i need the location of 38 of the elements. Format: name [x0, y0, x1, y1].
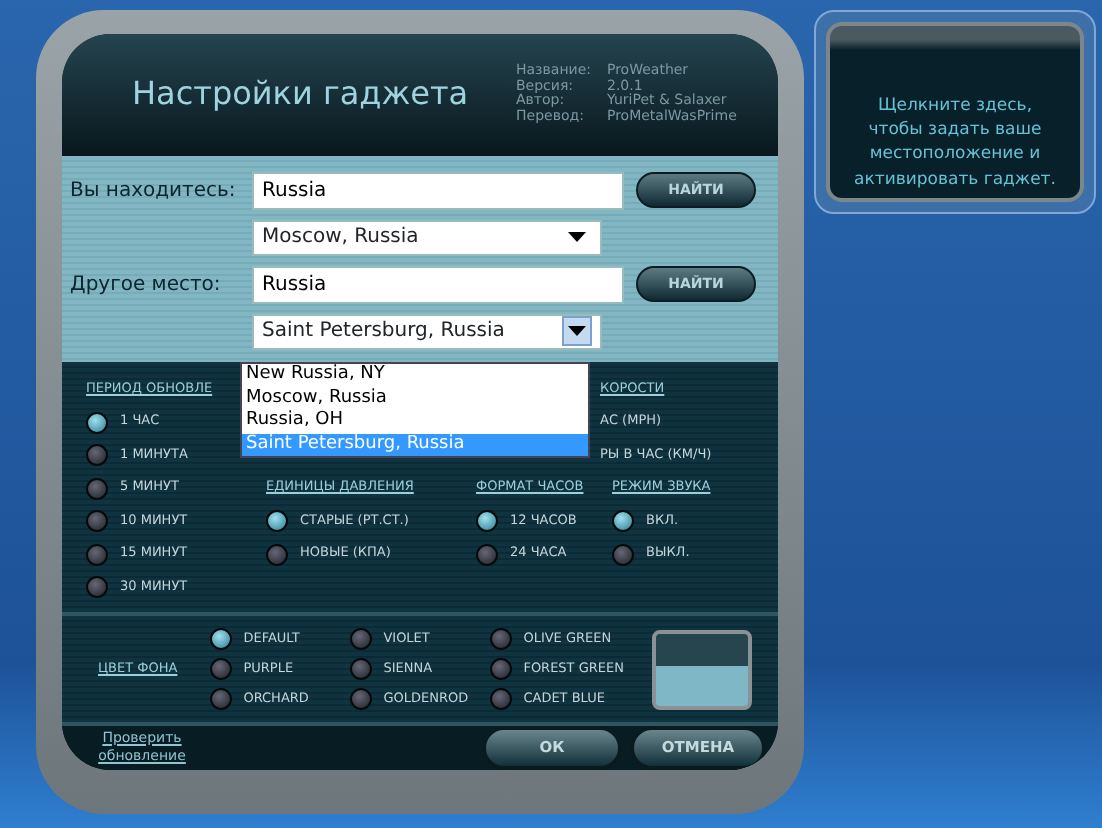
dropdown-arrow-icon[interactable]	[568, 232, 586, 242]
radio-button[interactable]	[86, 543, 108, 566]
radio-button[interactable]	[489, 658, 512, 680]
radio-button[interactable]	[349, 688, 372, 710]
field-label: Другое место:	[70, 271, 223, 299]
radio-button[interactable]	[489, 628, 512, 650]
location-field[interactable]: Russia	[252, 171, 624, 209]
radio-button[interactable]	[476, 543, 498, 566]
radio-button[interactable]	[349, 658, 372, 680]
hint-text[interactable]: Щелкните здесь, чтобы задать ваше местоположение и активировать гаджет.	[826, 22, 1084, 202]
radio-button[interactable]	[349, 628, 372, 650]
radio-button[interactable]	[209, 628, 232, 650]
location-field[interactable]: Russia	[252, 265, 624, 303]
dropdown-value: Saint Petersburg, Russia	[262, 318, 505, 346]
radio-button[interactable]	[86, 444, 108, 467]
color-preview	[651, 629, 752, 709]
radio-button[interactable]	[489, 688, 512, 710]
window-title: Настройки гаджета	[132, 72, 471, 117]
dropdown-option[interactable]: New Russia, NY	[242, 364, 588, 387]
dropdown-option[interactable]: Russia, OH	[242, 410, 588, 433]
radio-button[interactable]	[612, 543, 634, 566]
radio-button[interactable]	[86, 576, 108, 599]
radio-button[interactable]	[266, 543, 288, 566]
field-label: Вы находитесь:	[70, 177, 238, 205]
dropdown-arrow-icon[interactable]	[568, 326, 586, 336]
city-dropdown[interactable]: Moscow, Russia	[252, 219, 602, 255]
hint-panel[interactable]: Щелкните здесь, чтобы задать ваше местоположение и активировать гаджет.	[814, 10, 1096, 214]
radio-button[interactable]	[86, 411, 108, 434]
city-dropdown[interactable]: Saint Petersburg, Russia	[252, 313, 602, 349]
radio-button[interactable]	[209, 688, 232, 710]
radio-button[interactable]	[86, 510, 108, 533]
dropdown-value: Moscow, Russia	[262, 224, 419, 252]
radio-button[interactable]	[476, 510, 498, 533]
radio-button[interactable]	[209, 658, 232, 680]
radio-button[interactable]	[612, 510, 634, 533]
radio-button[interactable]	[86, 477, 108, 500]
radio-button[interactable]	[266, 510, 288, 533]
dropdown-option[interactable]: Moscow, Russia	[242, 387, 588, 410]
